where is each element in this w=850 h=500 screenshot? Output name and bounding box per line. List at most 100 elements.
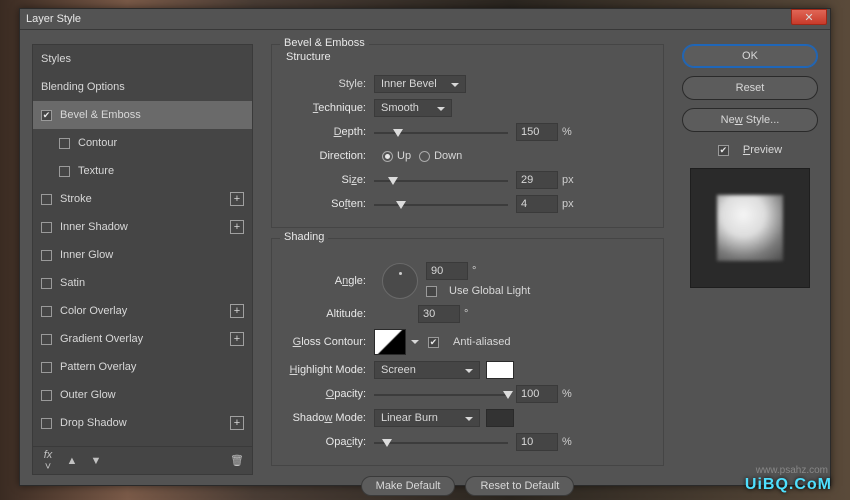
shadow-opacity-input[interactable]: 10 bbox=[516, 433, 558, 451]
soften-label: Soften: bbox=[282, 198, 374, 210]
altitude-label: Altitude: bbox=[282, 308, 374, 320]
sidebar-item-bevel-emboss[interactable]: Bevel & Emboss bbox=[33, 101, 252, 129]
altitude-input[interactable]: 30 bbox=[418, 305, 460, 323]
depth-slider[interactable] bbox=[374, 125, 508, 139]
direction-down-radio[interactable] bbox=[419, 151, 430, 162]
highlight-opacity-input[interactable]: 100 bbox=[516, 385, 558, 403]
select-value: Smooth bbox=[381, 102, 419, 114]
style-label: Style: bbox=[282, 78, 374, 90]
make-default-button[interactable]: Make Default bbox=[361, 476, 456, 496]
unit-label: ° bbox=[464, 308, 480, 320]
styles-sidebar: Styles Blending Options Bevel & Emboss C… bbox=[32, 44, 253, 475]
add-effect-icon[interactable]: + bbox=[230, 220, 244, 234]
checkbox-icon[interactable] bbox=[41, 362, 52, 373]
technique-select[interactable]: Smooth bbox=[374, 99, 452, 117]
technique-label: Technique: bbox=[282, 102, 374, 114]
sidebar-item-contour[interactable]: Contour bbox=[33, 129, 252, 157]
add-effect-icon[interactable]: + bbox=[230, 332, 244, 346]
checkbox-icon[interactable] bbox=[41, 418, 52, 429]
checkbox-icon[interactable] bbox=[41, 250, 52, 261]
sidebar-item-label: Inner Shadow bbox=[60, 221, 128, 233]
add-effect-icon[interactable]: + bbox=[230, 192, 244, 206]
sidebar-item-label: Inner Glow bbox=[60, 249, 113, 261]
titlebar[interactable]: Layer Style ✕ bbox=[20, 9, 830, 30]
move-down-icon[interactable]: ▼ bbox=[89, 455, 103, 467]
anti-aliased-checkbox[interactable] bbox=[428, 337, 439, 348]
sidebar-item-label: Satin bbox=[60, 277, 85, 289]
checkbox-icon[interactable] bbox=[59, 166, 70, 177]
checkbox-icon[interactable] bbox=[41, 222, 52, 233]
sidebar-item-pattern-overlay[interactable]: Pattern Overlay bbox=[33, 353, 252, 381]
sidebar-item-texture[interactable]: Texture bbox=[33, 157, 252, 185]
checkbox-icon[interactable] bbox=[41, 306, 52, 317]
shadow-mode-label: Shadow Mode: bbox=[282, 412, 374, 424]
highlight-color-swatch[interactable] bbox=[486, 361, 514, 379]
reset-button[interactable]: Reset bbox=[682, 76, 818, 100]
size-input[interactable]: 29 bbox=[516, 171, 558, 189]
sidebar-item-label: Pattern Overlay bbox=[60, 361, 136, 373]
chevron-down-icon bbox=[411, 340, 419, 348]
size-slider[interactable] bbox=[374, 173, 508, 187]
sidebar-item-gradient-overlay[interactable]: Gradient Overlay + bbox=[33, 325, 252, 353]
soften-slider[interactable] bbox=[374, 197, 508, 211]
depth-label: Depth: bbox=[282, 126, 374, 138]
shading-group: Shading Angle: 90 ° Use Global Light bbox=[271, 238, 664, 466]
sidebar-item-drop-shadow[interactable]: Drop Shadow + bbox=[33, 409, 252, 437]
checkbox-icon[interactable] bbox=[41, 110, 52, 121]
checkbox-icon[interactable] bbox=[41, 390, 52, 401]
checkbox-icon[interactable] bbox=[41, 334, 52, 345]
shadow-color-swatch[interactable] bbox=[486, 409, 514, 427]
ok-button[interactable]: OK bbox=[682, 44, 818, 68]
shadow-mode-select[interactable]: Linear Burn bbox=[374, 409, 480, 427]
unit-label: % bbox=[562, 388, 578, 400]
add-effect-icon[interactable]: + bbox=[230, 304, 244, 318]
select-value: Linear Burn bbox=[381, 412, 438, 424]
angle-dial[interactable] bbox=[382, 263, 418, 299]
radio-label: Down bbox=[434, 150, 462, 162]
checkbox-icon[interactable] bbox=[41, 194, 52, 205]
trash-icon[interactable]: 🗑 bbox=[230, 454, 244, 467]
highlight-mode-select[interactable]: Screen bbox=[374, 361, 480, 379]
angle-label: Angle: bbox=[282, 275, 374, 287]
soften-input[interactable]: 4 bbox=[516, 195, 558, 213]
sidebar-blending-options[interactable]: Blending Options bbox=[33, 73, 252, 101]
dialog-content: Styles Blending Options Bevel & Emboss C… bbox=[20, 30, 830, 485]
close-button[interactable]: ✕ bbox=[791, 9, 827, 25]
sidebar-item-inner-glow[interactable]: Inner Glow bbox=[33, 241, 252, 269]
sidebar-item-label: Bevel & Emboss bbox=[60, 109, 141, 121]
preview-thumbnail bbox=[690, 168, 810, 288]
preview-image bbox=[717, 195, 783, 261]
sidebar-item-outer-glow[interactable]: Outer Glow bbox=[33, 381, 252, 409]
checkbox-icon[interactable] bbox=[59, 138, 70, 149]
sidebar-header[interactable]: Styles bbox=[33, 45, 252, 73]
gloss-contour-picker[interactable] bbox=[374, 329, 406, 355]
structure-group: Bevel & Emboss Structure Style: Inner Be… bbox=[271, 44, 664, 228]
sidebar-item-stroke[interactable]: Stroke + bbox=[33, 185, 252, 213]
fx-menu-icon[interactable]: fx ˅ bbox=[41, 449, 55, 473]
sidebar-item-inner-shadow[interactable]: Inner Shadow + bbox=[33, 213, 252, 241]
add-effect-icon[interactable]: + bbox=[230, 416, 244, 430]
sidebar-footer: fx ˅ ▲ ▼ 🗑 bbox=[33, 446, 252, 474]
depth-input[interactable]: 150 bbox=[516, 123, 558, 141]
sidebar-item-color-overlay[interactable]: Color Overlay + bbox=[33, 297, 252, 325]
move-up-icon[interactable]: ▲ bbox=[65, 455, 79, 467]
preview-toggle[interactable]: Preview bbox=[682, 144, 818, 156]
sidebar-item-satin[interactable]: Satin bbox=[33, 269, 252, 297]
style-select[interactable]: Inner Bevel bbox=[374, 75, 466, 93]
highlight-opacity-label: Opacity: bbox=[282, 388, 374, 400]
shadow-opacity-slider[interactable] bbox=[374, 435, 508, 449]
dialog-buttons: OK Reset New Style... Preview bbox=[682, 44, 818, 475]
unit-label: px bbox=[562, 198, 578, 210]
unit-label: ° bbox=[472, 265, 488, 277]
reset-default-button[interactable]: Reset to Default bbox=[465, 476, 574, 496]
direction-up-radio[interactable] bbox=[382, 151, 393, 162]
global-light-checkbox[interactable] bbox=[426, 286, 437, 297]
checkbox-icon[interactable] bbox=[41, 278, 52, 289]
new-style-button[interactable]: New Style... bbox=[682, 108, 818, 132]
highlight-opacity-slider[interactable] bbox=[374, 387, 508, 401]
sidebar-item-label: Blending Options bbox=[41, 81, 125, 93]
angle-input[interactable]: 90 bbox=[426, 262, 468, 280]
sidebar-item-label: Gradient Overlay bbox=[60, 333, 143, 345]
checkbox-icon[interactable] bbox=[718, 145, 729, 156]
radio-label: Up bbox=[397, 150, 411, 162]
